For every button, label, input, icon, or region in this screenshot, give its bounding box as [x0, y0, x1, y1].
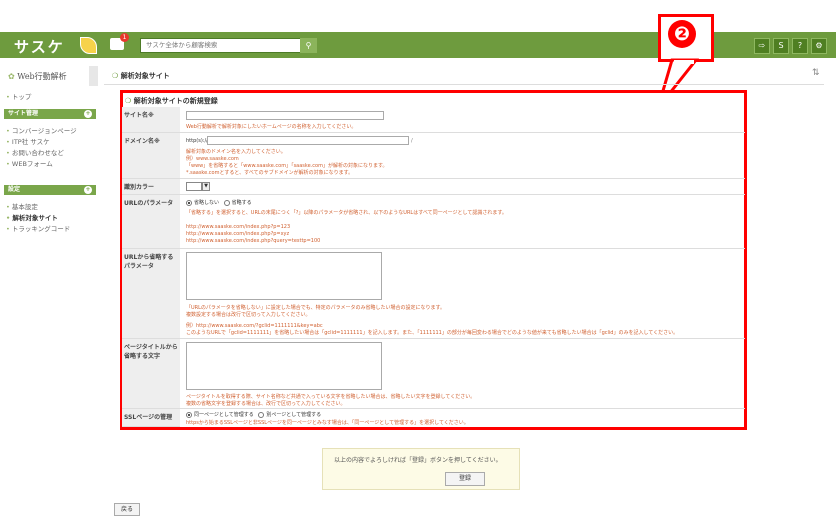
omit-param-example-2: このようなURLで「gclid=1111111」を省略したい場合は「gclid=…	[186, 330, 679, 336]
confirm-text: 以上の内容でよろしければ「登録」ボタンを押してください。	[334, 457, 502, 464]
radio-same-page[interactable]	[186, 411, 192, 418]
url-example-2: http://www.saaske.com/index.php?p=xyz	[186, 231, 290, 237]
domain-suffix: /	[411, 138, 413, 144]
site-name-input[interactable]	[186, 111, 384, 120]
sidebar-item-itp[interactable]: • ITP社 サスケ	[6, 136, 50, 146]
saaske-logo[interactable]: サスケ	[14, 36, 65, 57]
register-button[interactable]: 登録	[445, 472, 485, 486]
title-omit-note-2: 複数の省略文字を登録する場合は、改行で区切って入力してください。	[186, 401, 346, 407]
circle-icon: ❍	[125, 97, 132, 105]
settings-gear-icon[interactable]: ⚙	[811, 38, 827, 54]
sidebar-item-conversion[interactable]: • コンバージョンページ	[6, 125, 77, 135]
sidebar-item-target-sites[interactable]: • 解析対象サイト	[6, 212, 58, 222]
domain-input[interactable]	[207, 136, 409, 145]
ssl-label: SSLページの管理	[122, 409, 180, 427]
omit-param-example-1: 例）http://www.saaske.com/?gclid=1111111&k…	[186, 323, 323, 329]
color-swatch[interactable]	[186, 182, 202, 191]
omit-param-textarea[interactable]	[186, 252, 382, 300]
color-dropdown-icon[interactable]: ▼	[202, 182, 210, 191]
omit-param-note-1: 「URLのパラメータを省略しない」に設定した場合でも、特定のパラメータのみ省略し…	[186, 305, 445, 311]
sidebar-item-basic-settings[interactable]: • 基本設定	[6, 201, 38, 211]
circle-icon: ❍	[112, 72, 119, 80]
url-param-note: 「省略する」を選択すると、URLの末尾につく「?」以降のパラメータが省略され、以…	[186, 210, 507, 216]
domain-note-1: 解析対象のドメイン名を入力してください。	[186, 149, 286, 155]
ssl-radio-group: 同一ページとして管理する 別ページとして管理する	[186, 411, 321, 418]
form-title: ❍ 解析対象サイトの新規登録	[125, 97, 218, 105]
url-example-3: http://www.saaske.com/index.php?query=te…	[186, 238, 321, 244]
radio-omit[interactable]	[223, 199, 230, 206]
help-icon[interactable]: ?	[792, 38, 808, 54]
title-omit-label: ページタイトルから省略する文字	[122, 339, 180, 409]
back-button[interactable]: 戻る	[114, 503, 140, 516]
export-icon[interactable]: ⇨	[754, 38, 770, 54]
divider	[104, 84, 824, 85]
web-analytics-leaf-icon[interactable]	[80, 37, 97, 54]
sidebar-title: ✿ Web行動解析	[8, 72, 67, 81]
omit-param-note-2: 複数設定する場合は改行で区切って入力してください。	[186, 312, 311, 318]
refresh-icon[interactable]: ⇅	[812, 68, 820, 78]
omit-param-label: URLから省略するパラメータ	[122, 249, 180, 339]
customer-search-input[interactable]: サスケ全体から顧客検索	[140, 38, 317, 53]
url-param-label: URLのパラメータ	[122, 195, 180, 249]
site-name-label: サイト名※	[122, 107, 180, 133]
plus-icon[interactable]: +	[84, 110, 92, 118]
url-param-radio-group: 省略しない 省略する	[186, 199, 252, 206]
sidebar-item-webform[interactable]: • WEBフォーム	[6, 158, 53, 168]
radio-separate-page[interactable]	[258, 411, 265, 418]
page-title: ❍ 解析対象サイト	[112, 72, 170, 80]
sidebar-section-settings[interactable]: 設定 +	[4, 185, 96, 195]
domain-label: ドメイン名※	[122, 133, 180, 179]
color-row	[180, 179, 745, 195]
search-icon[interactable]: ⚲	[300, 38, 317, 53]
annotation-number: ❷	[668, 20, 696, 48]
plus-icon[interactable]: +	[84, 186, 92, 194]
site-name-note: Web行動解析で解析対象にしたいホームページの名称を入力してください。	[186, 124, 357, 130]
sidebar-item-tracking-code[interactable]: • トラッキングコード	[6, 223, 70, 233]
url-example-1: http://www.saaske.com/index.php?p=123	[186, 224, 291, 230]
sidebar-item-inquiry[interactable]: • お問い合わせなど	[6, 147, 64, 157]
title-omit-note-1: ページタイトルを取得する際、サイト名称など共通で入っている文字を省略したい場合は…	[186, 394, 476, 400]
sidebar-collapse-handle[interactable]	[89, 66, 98, 86]
ssl-note: httpsから始まるSSLページと非SSLページを同一ページとみなす場合は、「同…	[186, 420, 469, 426]
domain-note-3: 「www」を省略すると「www.saaske.com」「saaske.com」が…	[186, 163, 388, 169]
color-label: 識別カラー	[122, 179, 180, 195]
title-omit-textarea[interactable]	[186, 342, 382, 390]
notification-badge: 1	[120, 33, 129, 42]
domain-note-4: *.saaske.comとすると、すべてのサブドメインが解析の対象になります。	[186, 170, 354, 176]
radio-no-omit[interactable]	[186, 199, 192, 206]
sidebar-item-top[interactable]: • トップ	[6, 91, 31, 101]
sidebar-section-site[interactable]: サイト管理 +	[4, 109, 96, 119]
domain-note-2: 例）www.saaske.com	[186, 156, 239, 162]
saaske-icon[interactable]: S	[773, 38, 789, 54]
domain-prefix: http(s)://	[186, 138, 208, 144]
